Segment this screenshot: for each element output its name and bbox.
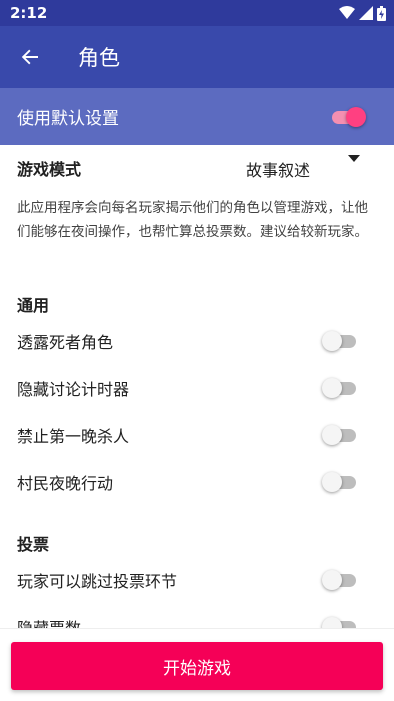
- signal-icon: [359, 6, 373, 20]
- game-mode-description: 此应用程序会向每名玩家揭示他们的角色以管理游戏，让他们能够在夜间操作，也帮忙算总…: [17, 200, 368, 240]
- status-icons: [339, 5, 386, 21]
- game-mode-row: 游戏模式 故事叙述: [0, 145, 394, 190]
- switch-thumb: [322, 472, 342, 492]
- section-title-voting: 投票: [17, 535, 50, 554]
- default-settings-label: 使用默认设置: [17, 109, 119, 129]
- reveal-dead-role-switch[interactable]: [322, 330, 358, 352]
- default-settings-row[interactable]: 使用默认设置: [0, 88, 394, 145]
- game-mode-label: 游戏模式: [17, 159, 82, 179]
- default-settings-switch[interactable]: [330, 106, 366, 128]
- app-bar: 角色: [0, 26, 394, 88]
- switch-thumb: [322, 378, 342, 398]
- back-button[interactable]: [10, 37, 50, 77]
- setting-label: 透露死者角色: [17, 333, 114, 352]
- bottom-bar: 开始游戏: [0, 628, 394, 701]
- start-game-button[interactable]: 开始游戏: [11, 642, 383, 690]
- status-time: 2:12: [10, 4, 48, 22]
- setting-row[interactable]: 透露死者角色: [0, 318, 394, 364]
- hide-discussion-timer-switch[interactable]: [322, 377, 358, 399]
- switch-thumb: [322, 570, 342, 590]
- setting-label: 禁止第一晚杀人: [17, 427, 130, 446]
- skip-vote-switch[interactable]: [322, 569, 358, 591]
- arrow-back-icon: [21, 49, 38, 65]
- page-title: 角色: [78, 46, 120, 70]
- setting-row[interactable]: 禁止第一晚杀人: [0, 412, 394, 458]
- setting-row[interactable]: 隐藏讨论计时器: [0, 365, 394, 411]
- switch-thumb: [346, 106, 366, 127]
- setting-label: 隐藏讨论计时器: [17, 380, 130, 399]
- section-title-general: 通用: [17, 296, 50, 315]
- setting-row[interactable]: 玩家可以跳过投票环节: [0, 557, 394, 603]
- setting-label: 村民夜晚行动: [17, 474, 114, 493]
- status-bar: 2:12: [0, 0, 394, 26]
- setting-row[interactable]: 村民夜晚行动: [0, 459, 394, 505]
- switch-thumb: [322, 425, 342, 445]
- no-first-night-kill-switch[interactable]: [322, 424, 358, 446]
- villager-night-action-switch[interactable]: [322, 471, 358, 493]
- switch-thumb: [322, 331, 342, 351]
- battery-icon: [377, 5, 386, 21]
- game-mode-select[interactable]: 故事叙述: [246, 157, 310, 181]
- dropdown-arrow-icon[interactable]: [348, 155, 360, 162]
- setting-label: 玩家可以跳过投票环节: [17, 572, 178, 591]
- wifi-icon: [339, 6, 355, 19]
